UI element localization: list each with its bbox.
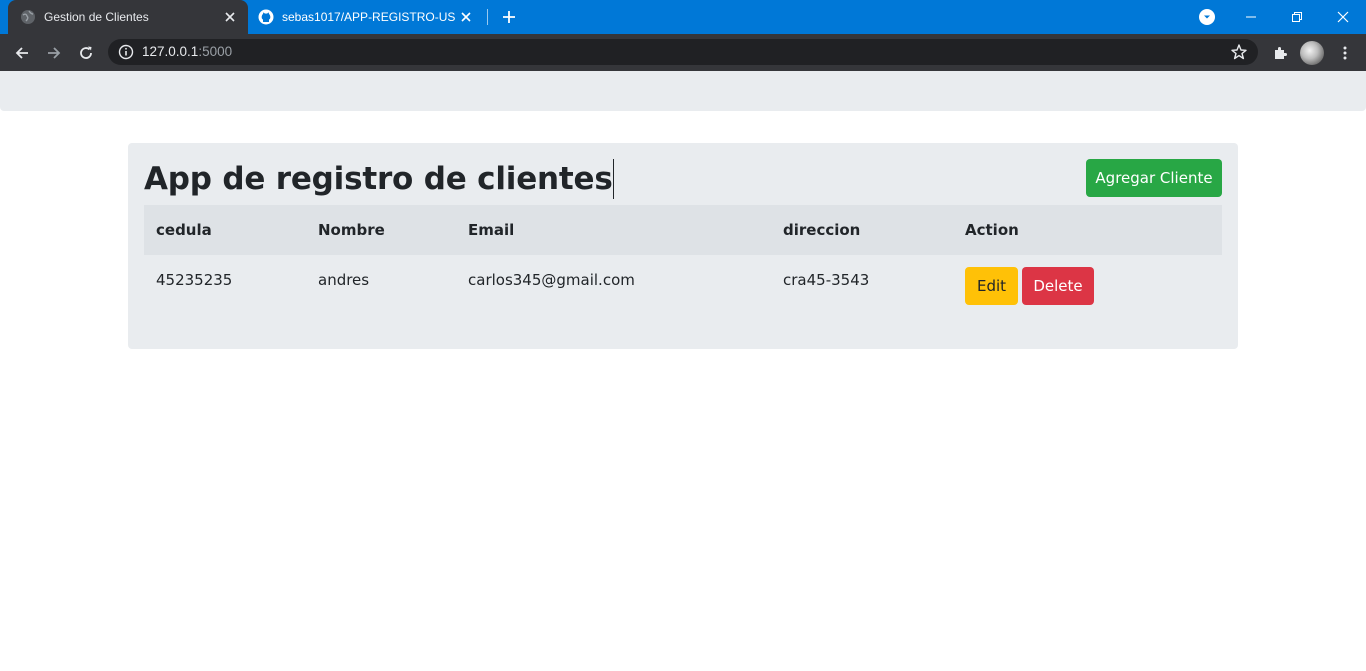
cell-email: carlos345@gmail.com	[468, 271, 635, 289]
add-client-button[interactable]: Agregar Cliente	[1086, 159, 1222, 197]
url-text: 127.0.0.1:5000	[142, 44, 232, 60]
new-tab-icon[interactable]	[498, 6, 520, 28]
clients-table-container: cedula Nombre Email direccion Action 452…	[144, 205, 1222, 319]
cell-action: Edit Delete	[953, 255, 1222, 319]
reload-icon[interactable]	[72, 39, 100, 67]
delete-button[interactable]: Delete	[1022, 267, 1094, 305]
column-header-direccion: direccion	[783, 221, 861, 239]
cell-cedula: 45235235	[156, 271, 233, 289]
column-header-nombre: Nombre	[318, 221, 385, 239]
tab-gestion-clientes[interactable]: Gestion de Clientes	[8, 0, 248, 34]
column-header-email: Email	[468, 221, 515, 239]
close-tab-icon[interactable]	[220, 7, 240, 27]
close-tab-icon[interactable]	[456, 7, 476, 27]
info-icon[interactable]	[118, 44, 134, 60]
back-icon[interactable]	[8, 39, 36, 67]
table-row: 45235235 andres carlos345@gmail.com cra4…	[144, 255, 1222, 319]
tab-title: Gestion de Clientes	[44, 10, 149, 24]
cell-direccion: cra45-3543	[783, 271, 870, 289]
column-header-action: Action	[965, 221, 1019, 239]
tab-title: sebas1017/APP-REGISTRO-USUA	[282, 10, 456, 24]
table-header-row: cedula Nombre Email direccion Action	[144, 205, 1222, 255]
edit-button[interactable]: Edit	[965, 267, 1018, 305]
bookmark-star-icon[interactable]	[1230, 43, 1248, 61]
minimize-icon[interactable]	[1228, 0, 1274, 34]
address-bar[interactable]: 127.0.0.1:5000	[108, 39, 1258, 65]
forward-icon[interactable]	[40, 39, 68, 67]
page-title-bold: clientes	[477, 161, 613, 197]
tab-separator	[487, 9, 488, 25]
url-host: 127.0.0.1	[142, 44, 199, 59]
navbar	[0, 71, 1366, 111]
extensions-icon[interactable]	[1266, 39, 1294, 67]
globe-icon	[20, 9, 36, 25]
github-icon	[258, 9, 274, 25]
menu-icon[interactable]	[1331, 39, 1359, 67]
page-title: App de registro de clientes	[144, 159, 614, 199]
close-window-icon[interactable]	[1320, 0, 1366, 34]
restore-icon[interactable]	[1274, 0, 1320, 34]
cell-nombre: andres	[318, 271, 370, 289]
clients-table: cedula Nombre Email direccion Action 452…	[144, 205, 1222, 319]
profile-avatar[interactable]	[1300, 41, 1324, 65]
clients-card: App de registro de clientes Agregar Clie…	[128, 143, 1238, 349]
page-title-prefix: App de registro de	[144, 161, 478, 197]
tab-search-icon[interactable]	[1199, 9, 1215, 25]
url-port: :5000	[198, 44, 233, 59]
tab-github[interactable]: sebas1017/APP-REGISTRO-USUA	[250, 0, 484, 34]
text-cursor	[612, 159, 614, 199]
column-header-cedula: cedula	[156, 221, 212, 239]
tab-strip: Gestion de Clientes sebas1017/APP-REGIST…	[0, 0, 1366, 34]
